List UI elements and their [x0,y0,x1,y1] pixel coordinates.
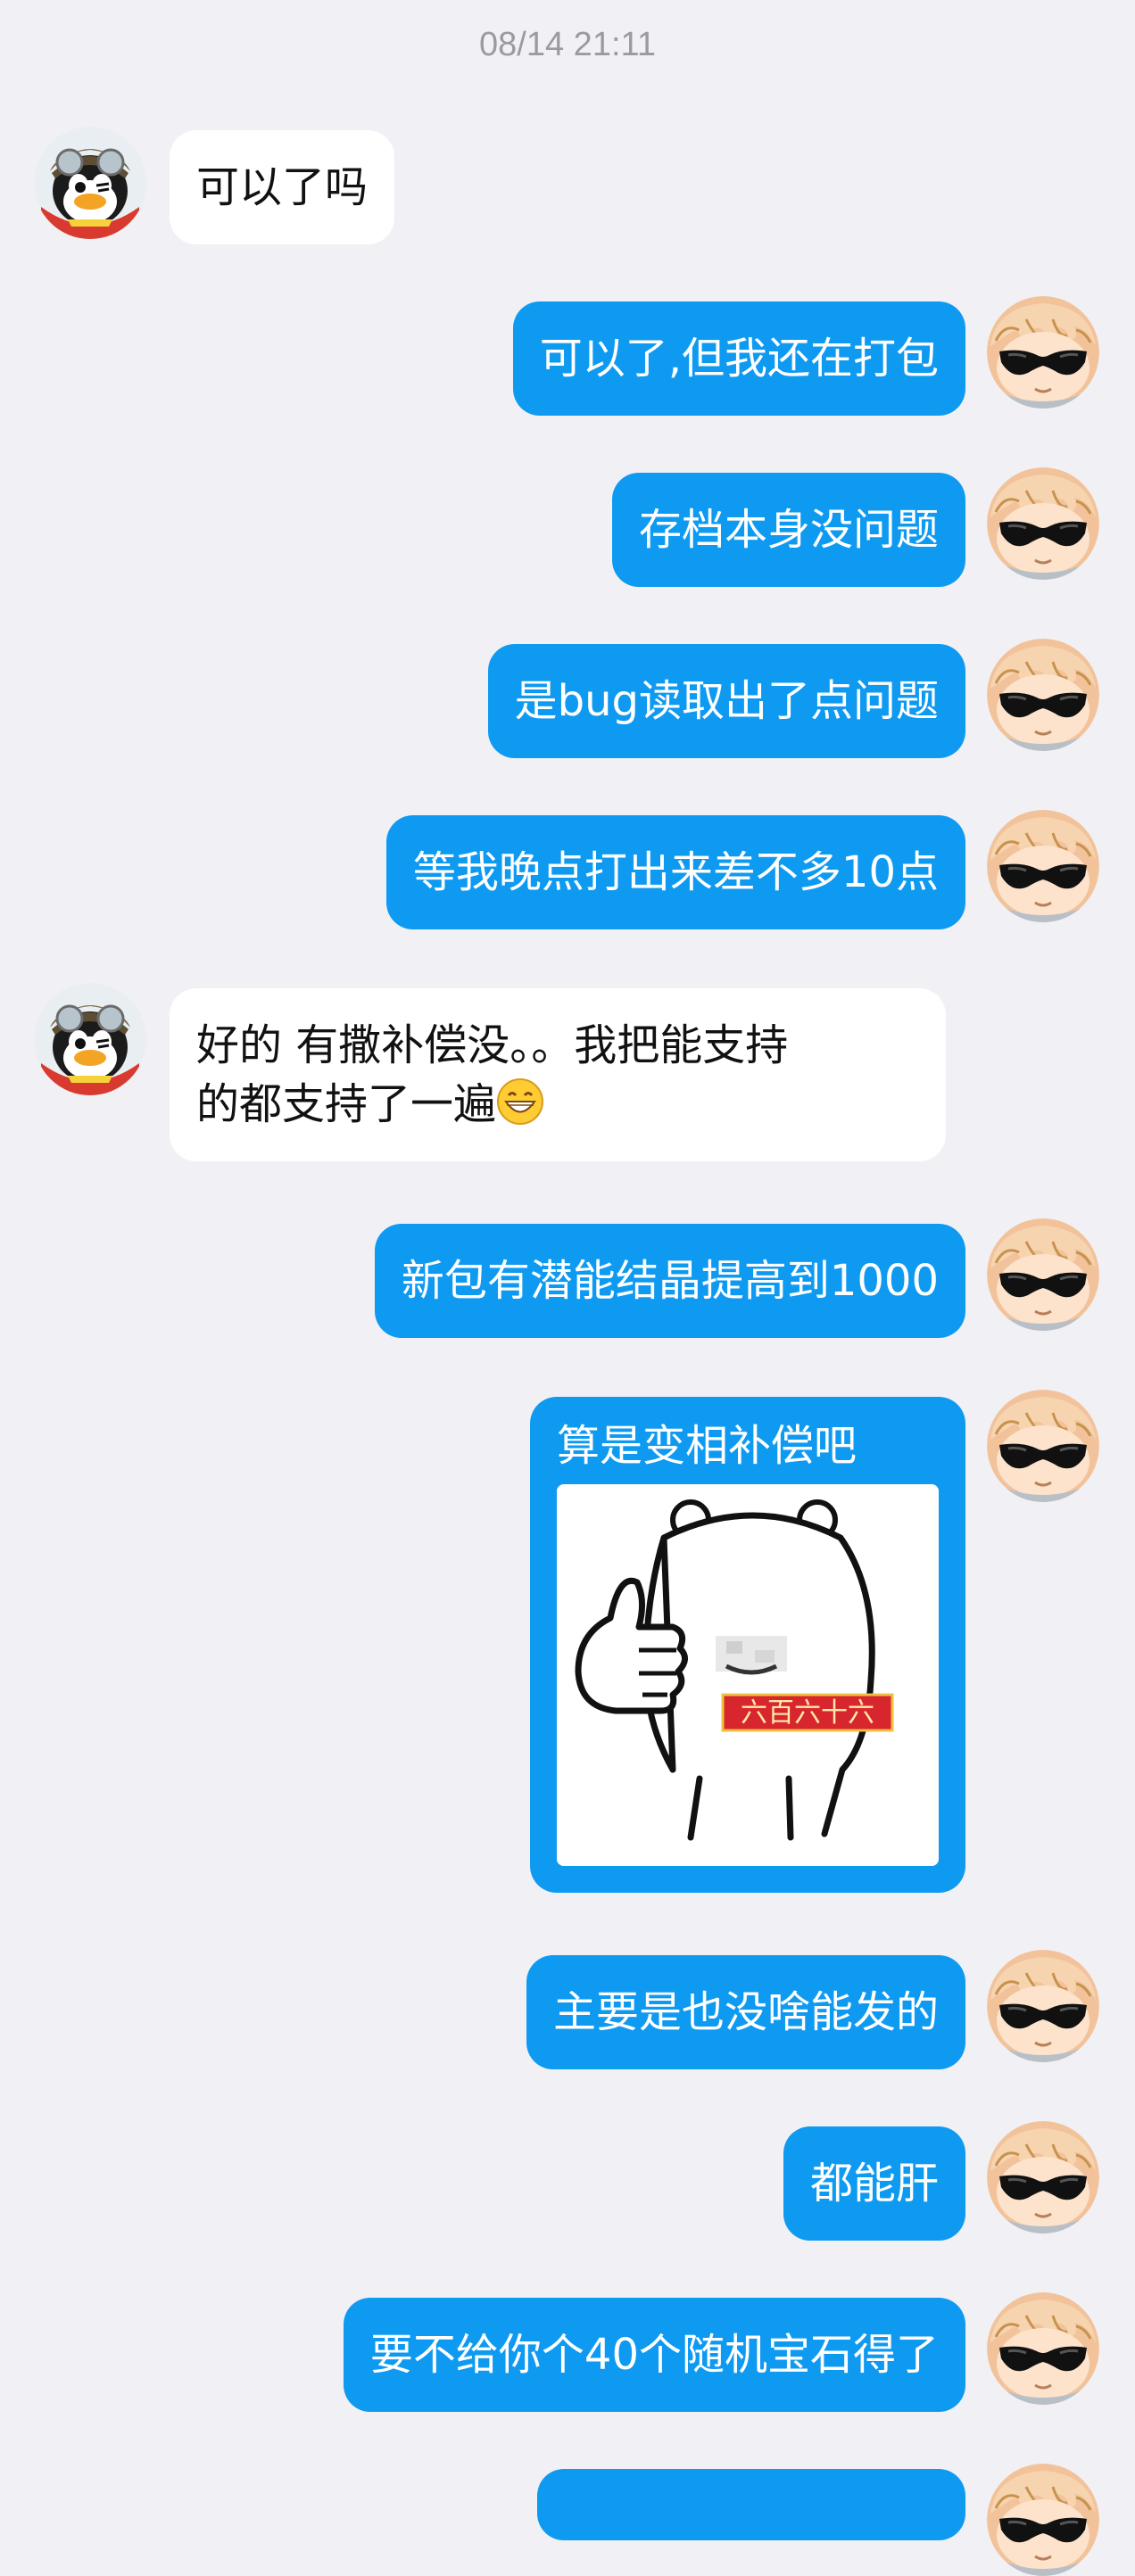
chat-history[interactable]: 08/14 21:11 可以了吗 可以了,但我还在打包 存档本身没问题 是bug… [0,0,1135,2498]
sunglasses-anime-avatar[interactable] [987,810,1099,922]
incoming-message-bubble[interactable]: 好的 有撒补偿没。。我把能支持 的都支持了一遍 [170,988,946,1161]
message-text: 新包有潜能结晶提高到1000 [401,1256,939,1306]
sunglasses-anime-avatar[interactable] [987,1390,1099,1502]
message-text: 可以了吗 [196,162,369,212]
incoming-message-bubble[interactable]: 可以了吗 [170,130,395,244]
outgoing-message-bubble[interactable]: 存档本身没问题 [611,473,965,587]
penguin-pilot-avatar[interactable] [34,983,146,1095]
outgoing-message-bubble[interactable]: 都能肝 [783,2126,965,2241]
message-text: 是bug读取出了点问题 [514,676,939,726]
sunglasses-anime-avatar[interactable] [987,2464,1099,2576]
outgoing-message-bubble[interactable]: 可以了,但我还在打包 [512,301,965,416]
sticker-text: 六百六十六 [741,1697,874,1729]
outgoing-message-bubble[interactable]: 是bug读取出了点问题 [487,644,965,758]
sunglasses-anime-avatar[interactable] [987,467,1099,580]
message-timestamp: 08/14 21:11 [479,26,656,63]
outgoing-message-bubble[interactable]: 主要是也没啥能发的 [526,1955,965,2069]
outgoing-message-bubble[interactable]: 要不给你个40个随机宝石得了 [343,2298,965,2412]
thumbs-up-bear-sticker[interactable]: 六百六十六 [557,1484,939,1866]
sunglasses-anime-avatar[interactable] [987,639,1099,751]
outgoing-message-bubble[interactable]: 等我晚点打出来差不多10点 [385,815,965,929]
message-text: 都能肝 [809,2159,939,2209]
sticker-caption: 算是变相补偿吧 [557,1421,857,1471]
message-text: 要不给你个40个随机宝石得了 [369,2330,939,2380]
message-text: 可以了,但我还在打包 [539,334,939,384]
message-text: 等我晚点打出来差不多10点 [412,847,939,897]
sunglasses-anime-avatar[interactable] [987,1218,1099,1331]
sunglasses-anime-avatar[interactable] [987,2121,1099,2233]
message-text: 存档本身没问题 [638,505,939,555]
sunglasses-anime-avatar[interactable] [987,2292,1099,2405]
outgoing-message-bubble[interactable] [537,2469,965,2540]
message-text-line: 好的 有撒补偿没。。我把能支持 [196,1020,789,1070]
penguin-pilot-avatar[interactable] [34,127,146,239]
grinning-face-emoji [497,1078,544,1125]
sunglasses-anime-avatar[interactable] [987,1950,1099,2062]
message-text: 主要是也没啥能发的 [552,1987,939,2037]
outgoing-message-bubble[interactable]: 新包有潜能结晶提高到1000 [374,1224,965,1338]
outgoing-sticker-message[interactable]: 算是变相补偿吧 六百六十六 [530,1397,965,1893]
message-text-line: 的都支持了一遍 [196,1079,497,1129]
sunglasses-anime-avatar[interactable] [987,296,1099,409]
